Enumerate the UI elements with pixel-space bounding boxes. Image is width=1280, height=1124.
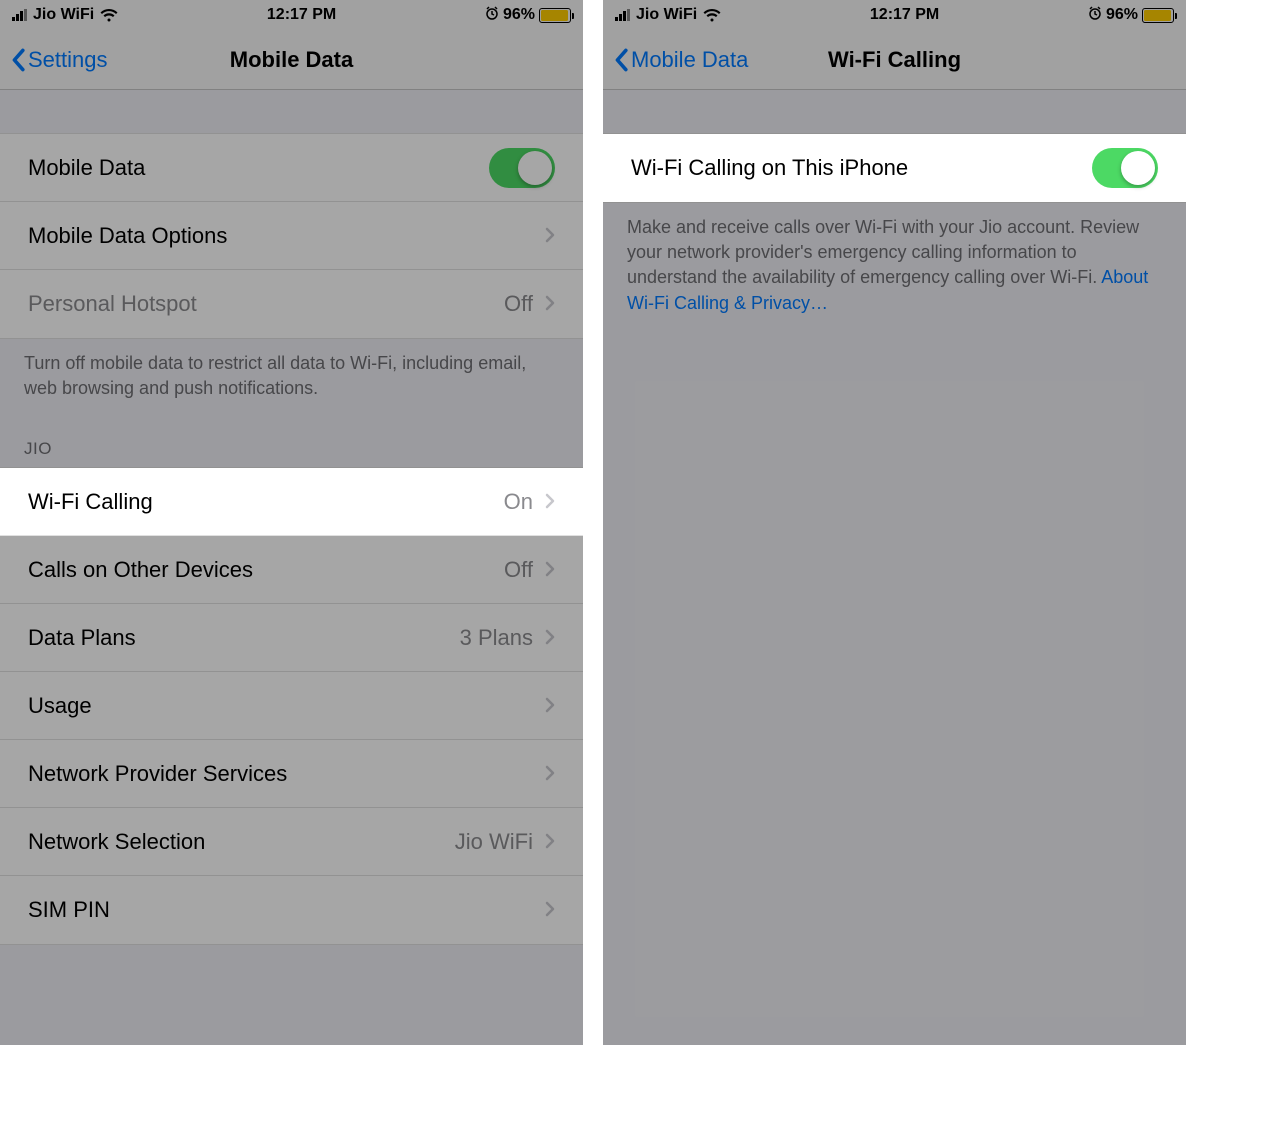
row-mobile-data-options[interactable]: Mobile Data Options bbox=[0, 202, 583, 270]
wifi-icon bbox=[100, 8, 118, 22]
row-personal-hotspot[interactable]: Personal Hotspot Off bbox=[0, 270, 583, 338]
wifi-calling-toggle[interactable] bbox=[1092, 148, 1158, 188]
chevron-left-icon bbox=[613, 48, 629, 72]
back-label: Mobile Data bbox=[631, 47, 748, 73]
back-button[interactable]: Settings bbox=[10, 47, 108, 73]
row-wifi-calling-this-iphone[interactable]: Wi-Fi Calling on This iPhone bbox=[603, 134, 1186, 202]
battery-icon bbox=[1142, 8, 1174, 23]
footer-text-body: Make and receive calls over Wi-Fi with y… bbox=[627, 217, 1139, 287]
chevron-right-icon bbox=[545, 693, 555, 719]
row-value: 3 Plans bbox=[460, 625, 533, 651]
battery-pct: 96% bbox=[503, 6, 535, 24]
row-label: Calls on Other Devices bbox=[28, 557, 253, 583]
chevron-right-icon bbox=[545, 829, 555, 855]
chevron-right-icon bbox=[545, 489, 555, 515]
row-label: Wi-Fi Calling on This iPhone bbox=[631, 155, 908, 181]
nav-bar: Mobile Data Wi-Fi Calling bbox=[603, 30, 1186, 90]
footer-text: Turn off mobile data to restrict all dat… bbox=[0, 339, 583, 413]
nav-bar: Settings Mobile Data bbox=[0, 30, 583, 90]
section-header-jio: JIO bbox=[0, 413, 583, 467]
chevron-right-icon bbox=[545, 223, 555, 249]
chevron-right-icon bbox=[545, 557, 555, 583]
row-usage[interactable]: Usage bbox=[0, 672, 583, 740]
row-value: Jio WiFi bbox=[455, 829, 533, 855]
carrier-label: Jio WiFi bbox=[636, 6, 697, 24]
row-calls-other-devices[interactable]: Calls on Other Devices Off bbox=[0, 536, 583, 604]
screen-mobile-data: Jio WiFi 12:17 PM 96% Settings Mobile Da… bbox=[0, 0, 583, 1045]
alarm-icon bbox=[485, 6, 499, 25]
status-bar: Jio WiFi 12:17 PM 96% bbox=[603, 0, 1186, 30]
chevron-right-icon bbox=[545, 625, 555, 651]
chevron-right-icon bbox=[545, 761, 555, 787]
row-value: On bbox=[504, 489, 533, 515]
battery-icon bbox=[539, 8, 571, 23]
row-label: Usage bbox=[28, 693, 92, 719]
footer-text: Make and receive calls over Wi-Fi with y… bbox=[603, 203, 1186, 328]
page-title: Wi-Fi Calling bbox=[828, 47, 961, 73]
row-label: Mobile Data bbox=[28, 155, 145, 181]
status-bar: Jio WiFi 12:17 PM 96% bbox=[0, 0, 583, 30]
row-wifi-calling[interactable]: Wi-Fi Calling On bbox=[0, 468, 583, 536]
chevron-left-icon bbox=[10, 48, 26, 72]
row-label: SIM PIN bbox=[28, 897, 110, 923]
row-label: Data Plans bbox=[28, 625, 136, 651]
row-label: Personal Hotspot bbox=[28, 291, 197, 317]
row-label: Network Selection bbox=[28, 829, 205, 855]
back-button[interactable]: Mobile Data bbox=[613, 47, 748, 73]
back-label: Settings bbox=[28, 47, 108, 73]
row-data-plans[interactable]: Data Plans 3 Plans bbox=[0, 604, 583, 672]
cellular-signal-icon bbox=[615, 9, 630, 21]
status-time: 12:17 PM bbox=[870, 6, 939, 24]
row-sim-pin[interactable]: SIM PIN bbox=[0, 876, 583, 944]
mobile-data-toggle[interactable] bbox=[489, 148, 555, 188]
battery-pct: 96% bbox=[1106, 6, 1138, 24]
row-value: Off bbox=[504, 557, 533, 583]
row-value: Off bbox=[504, 291, 533, 317]
chevron-right-icon bbox=[545, 291, 555, 317]
carrier-label: Jio WiFi bbox=[33, 6, 94, 24]
wifi-icon bbox=[703, 8, 721, 22]
page-title: Mobile Data bbox=[230, 47, 353, 73]
row-label: Network Provider Services bbox=[28, 761, 287, 787]
cellular-signal-icon bbox=[12, 9, 27, 21]
row-label: Mobile Data Options bbox=[28, 223, 227, 249]
alarm-icon bbox=[1088, 6, 1102, 25]
chevron-right-icon bbox=[545, 897, 555, 923]
status-time: 12:17 PM bbox=[267, 6, 336, 24]
row-network-selection[interactable]: Network Selection Jio WiFi bbox=[0, 808, 583, 876]
row-mobile-data[interactable]: Mobile Data bbox=[0, 134, 583, 202]
row-provider-services[interactable]: Network Provider Services bbox=[0, 740, 583, 808]
screen-wifi-calling: Jio WiFi 12:17 PM 96% Mobile Data Wi-Fi … bbox=[603, 0, 1186, 1045]
row-label: Wi-Fi Calling bbox=[28, 489, 153, 515]
